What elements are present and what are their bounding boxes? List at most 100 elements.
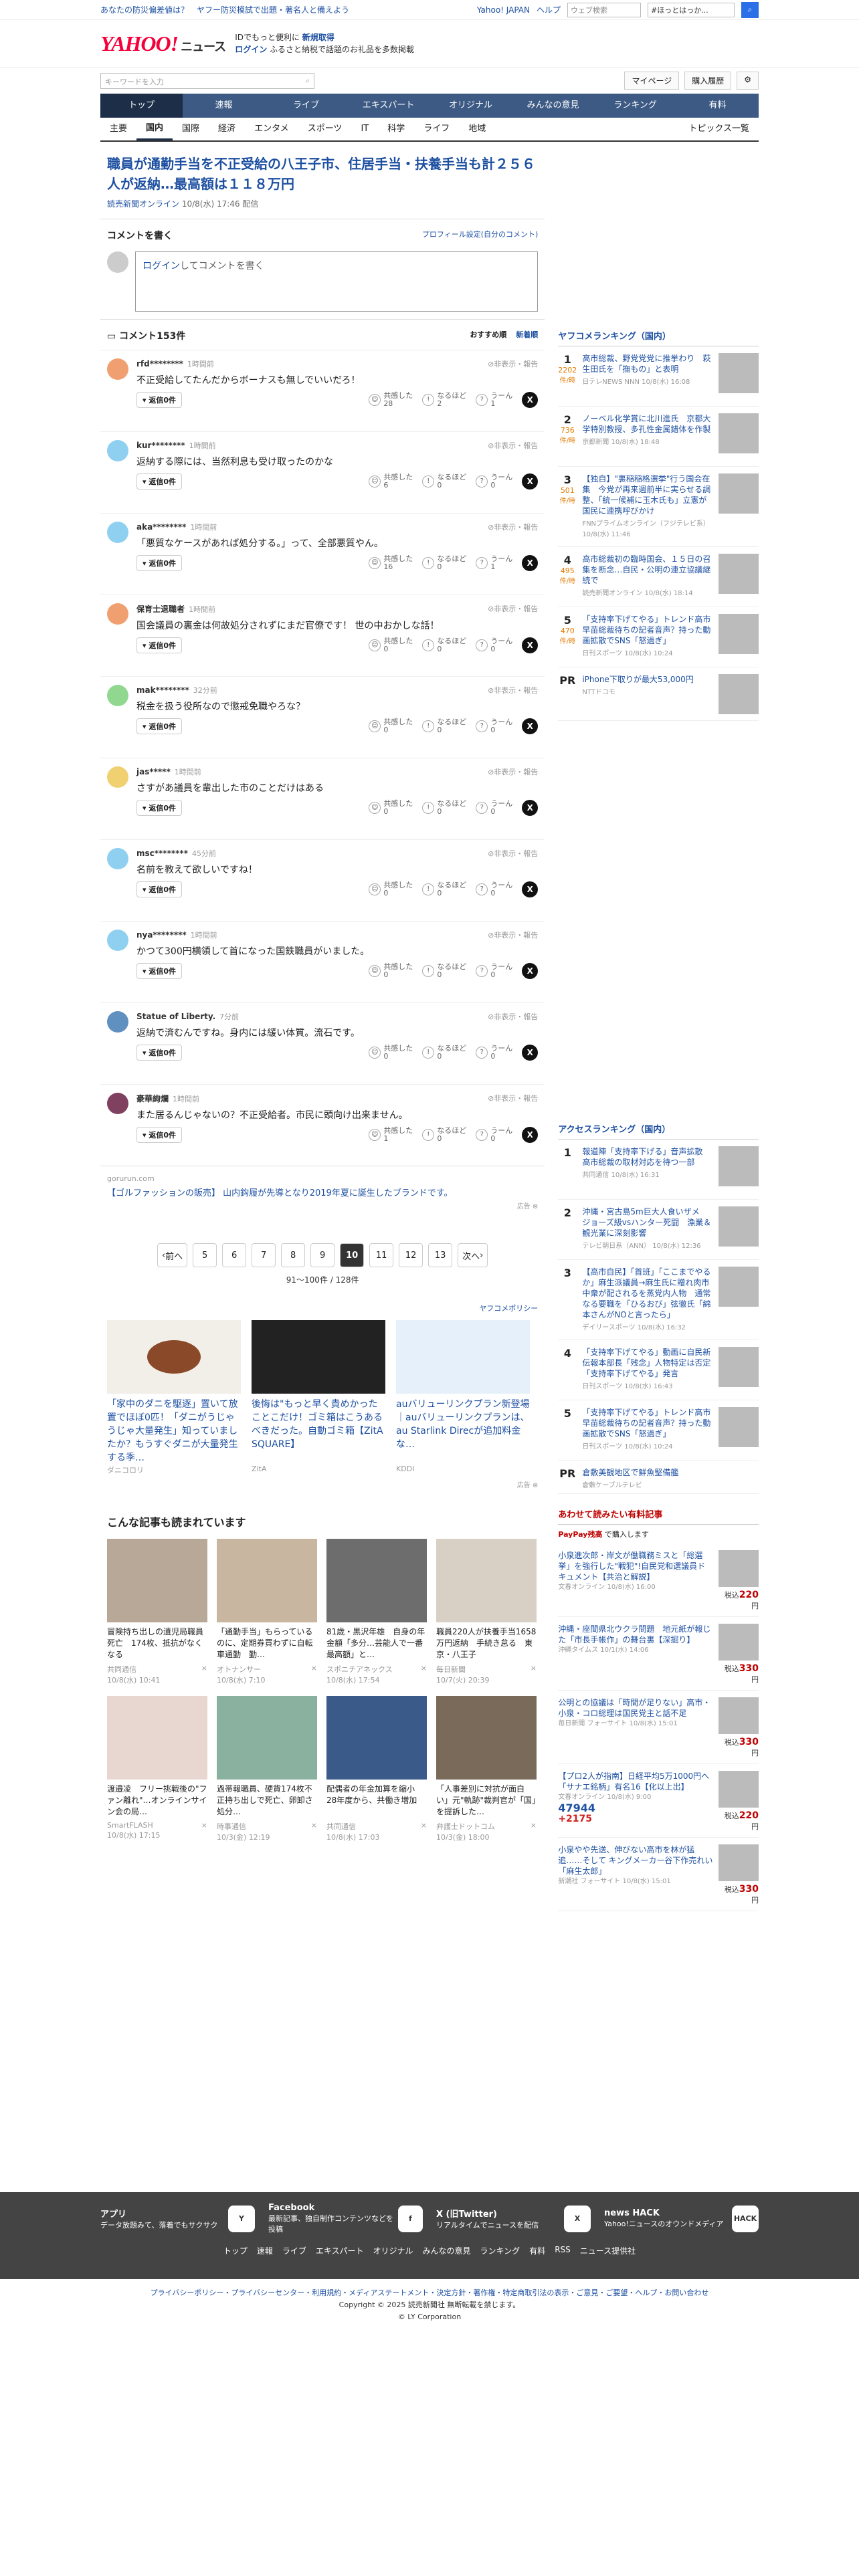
x-share-icon[interactable]: X bbox=[522, 637, 539, 653]
rank-title[interactable]: 「支持率下げてやる」動画に自民新伝報本部長「残念」人物特定は否定「支持率下げてや… bbox=[582, 1348, 710, 1378]
ad-title[interactable]: 「家中のダニを駆逐」置いて放置でほぼ0匹！「ダニがうじゃうじゃ大量発生」知ってい… bbox=[107, 1398, 241, 1465]
paid-article-title[interactable]: 【プロ2人が指南】日経平均5万1000円へ「サナエ銘柄」有名16【化以上出】 bbox=[558, 1772, 709, 1792]
related-card[interactable]: 渡邉凌 フリー挑戦後の"ファン離れ"…オンラインサイン会の局… SmartFLA… bbox=[107, 1696, 207, 1842]
page-6[interactable]: 6 bbox=[222, 1243, 247, 1267]
tab-world[interactable]: 国際 bbox=[173, 117, 209, 141]
nav-ranking[interactable]: ランキング bbox=[594, 94, 676, 118]
tab-entertainment[interactable]: エンタメ bbox=[245, 117, 298, 141]
access-ranking-item[interactable]: 2 沖縄・宮古島5m巨大人食いザメ ジョーズ級vsハンター死闘 漁業＆観光業に深… bbox=[558, 1200, 759, 1260]
related-title[interactable]: 「通勤手当」もらっているのに、定期券買わずに自転車通勤 勤… bbox=[217, 1626, 317, 1661]
comment-user[interactable]: kur******** 1時間前 bbox=[136, 440, 216, 451]
react-naruhodo-button[interactable]: ! なるほど 0 bbox=[422, 1127, 466, 1143]
react-uun-button[interactable]: ? うーん 0 bbox=[476, 473, 512, 490]
avatar[interactable] bbox=[107, 930, 128, 951]
app-icon[interactable]: Y bbox=[228, 2205, 255, 2232]
close-icon[interactable]: × bbox=[531, 1664, 537, 1685]
x-share-icon[interactable]: X bbox=[522, 1127, 539, 1143]
close-icon[interactable]: × bbox=[201, 1821, 207, 1840]
paid-article-item[interactable]: 沖縄・座間県北ウクラ問題 地元紙が報じた「市長手帳作」の舞台裏【深掘り】 沖縄タイ… bbox=[558, 1617, 759, 1691]
paid-article-title[interactable]: 小泉進次郎・岸文が働職務ミスと「総選挙」を強行した"戦犯"!自民党和選議員ドキュ… bbox=[558, 1551, 705, 1582]
react-kyokan-button[interactable]: ☺ 共感した 0 bbox=[369, 1045, 413, 1061]
react-kyokan-button[interactable]: ☺ 共感した 0 bbox=[369, 963, 413, 979]
avatar[interactable] bbox=[107, 440, 128, 461]
tab-domestic[interactable]: 国内 bbox=[136, 118, 173, 140]
facebook-icon[interactable]: f bbox=[397, 2205, 423, 2232]
react-uun-button[interactable]: ? うーん 0 bbox=[476, 1045, 512, 1061]
react-kyokan-button[interactable]: ☺ 共感した 0 bbox=[369, 881, 413, 897]
report-link[interactable]: ⊘非表示・報告 bbox=[488, 522, 538, 532]
react-uun-button[interactable]: ? うーん 0 bbox=[476, 881, 512, 897]
avatar[interactable] bbox=[107, 848, 128, 869]
reply-button[interactable]: ▾ 返信0件 bbox=[136, 1127, 183, 1143]
x-share-icon[interactable]: X bbox=[522, 555, 539, 571]
paid-article-title[interactable]: 公明との協議は「時間が足りない」高市・小泉・コロ総理は国民党主と話不足 bbox=[558, 1698, 710, 1718]
gear-icon[interactable]: ⚙ bbox=[737, 72, 759, 90]
react-kyokan-button[interactable]: ☺ 共感した 0 bbox=[369, 800, 413, 816]
paid-articles-title[interactable]: あわせて読みたい有料記事 bbox=[558, 1507, 759, 1525]
react-uun-button[interactable]: ? うーん 0 bbox=[476, 800, 512, 816]
reply-button[interactable]: ▾ 返信0件 bbox=[136, 881, 183, 897]
avatar[interactable] bbox=[107, 358, 128, 380]
footer-nav-link[interactable]: ランキング bbox=[480, 2245, 520, 2256]
x-share-icon[interactable]: X bbox=[522, 881, 539, 897]
footer-nav-link[interactable]: 有料 bbox=[529, 2245, 545, 2256]
footer-app-link[interactable]: news HACK Yahoo!ニュースのオウンドメディア HACK bbox=[604, 2203, 759, 2234]
related-title[interactable]: 「人事差別に対抗が面白い」元"軌跡"裁判官が「国」を提訴した… bbox=[436, 1784, 537, 1818]
related-title[interactable]: 配偶者の年金加算を縮小 28年度から、共働き増加 bbox=[326, 1784, 427, 1818]
prev-page-button[interactable]: ‹ 前へ bbox=[157, 1243, 188, 1267]
page-13[interactable]: 13 bbox=[428, 1243, 453, 1267]
pr-item-2[interactable]: PR 倉敷美観地区で鮮魚堅備艦 倉敷ケーブルテレビ bbox=[558, 1461, 759, 1494]
login-link[interactable]: ログイン bbox=[235, 45, 267, 54]
related-card[interactable]: 冒険持ち出しの遺児局職員死亡 174枚、抵抗がなくなる 共同通信 10/8(水) … bbox=[107, 1539, 207, 1685]
tab-life[interactable]: ライフ bbox=[414, 117, 459, 141]
x-share-icon[interactable]: X bbox=[522, 473, 539, 490]
comment-user[interactable]: mak******** 32分前 bbox=[136, 685, 217, 695]
x-share-icon[interactable]: X bbox=[522, 800, 539, 816]
rank-title[interactable]: 「支持率下げてやる」トレンド高市早苗総裁待ちの記者音声？持った動画拡散でSNS「… bbox=[582, 615, 710, 645]
news-hack-icon[interactable]: HACK bbox=[732, 2205, 759, 2232]
footer-app-link[interactable]: Facebook 最新記事、独自制作コンテンツなどを投稿 f bbox=[268, 2203, 423, 2234]
react-uun-button[interactable]: ? うーん 0 bbox=[476, 1127, 512, 1143]
reply-button[interactable]: ▾ 返信0件 bbox=[136, 555, 183, 571]
report-link[interactable]: ⊘非表示・報告 bbox=[488, 685, 538, 695]
ranking-item[interactable]: 2 736 件/時 ノーベル化学賞に北川進氏 京都大学特別教授、多孔性金属錯体を作製… bbox=[558, 407, 759, 467]
react-naruhodo-button[interactable]: ! なるほど 0 bbox=[422, 473, 466, 490]
paid-article-item[interactable]: 小泉進次郎・岸文が働職務ミスと「総選挙」を強行した"戦犯"!自民党和選議員ドキュ… bbox=[558, 1543, 759, 1617]
report-link[interactable]: ⊘非表示・報告 bbox=[488, 930, 538, 940]
web-search-suggest[interactable]: #ほっとはっか... bbox=[648, 2, 735, 17]
access-ranking-title[interactable]: アクセスランキング（国内） bbox=[558, 1122, 759, 1140]
page-8[interactable]: 8 bbox=[281, 1243, 306, 1267]
comment-user[interactable]: nya******** 1時間前 bbox=[136, 930, 217, 940]
react-naruhodo-button[interactable]: ! なるほど 0 bbox=[422, 963, 466, 979]
rank-title[interactable]: 高市総裁、野党党党に推挙わり 萩生田氏を「撫もの」と表明 bbox=[582, 354, 710, 374]
comment-user[interactable]: aka******** 1時間前 bbox=[136, 522, 217, 532]
tab-economy[interactable]: 経済 bbox=[209, 117, 245, 141]
ranking-item[interactable]: 3 501 件/時 【独自】"裏稲稲格選挙"行う国会在集 今党が再来週前半に実らせる… bbox=[558, 467, 759, 547]
react-naruhodo-button[interactable]: ! なるほど 0 bbox=[422, 555, 466, 571]
react-uun-button[interactable]: ? うーん 0 bbox=[476, 637, 512, 653]
comment-user[interactable]: msc******** 45分前 bbox=[136, 848, 216, 859]
rank-title[interactable]: 報道陣「支持率下げる」音声拡散 高市総裁の取材対応を待つ一部 bbox=[582, 1147, 710, 1167]
profile-settings-link[interactable]: プロフィール設定(自分のコメント) bbox=[422, 229, 538, 242]
react-kyokan-button[interactable]: ☺ 共感した 16 bbox=[369, 555, 413, 571]
comment-user[interactable]: 保育士退職者 1時間前 bbox=[136, 603, 215, 615]
report-link[interactable]: ⊘非表示・報告 bbox=[488, 848, 538, 859]
ad-title[interactable]: auバリューリンクプラン新登場｜auバリューリンクプランは、au Starlin… bbox=[396, 1398, 530, 1465]
comment-policy-link[interactable]: ヤフコメポリシー bbox=[107, 1303, 538, 1313]
article-title[interactable]: 職員が通勤手当を不正受給の八王子市、住居手当・扶養手当も計２５６人が返納…最高額… bbox=[107, 154, 538, 194]
x-icon[interactable]: X bbox=[564, 2205, 591, 2232]
react-naruhodo-button[interactable]: ! なるほど 2 bbox=[422, 392, 466, 408]
close-icon[interactable]: × bbox=[201, 1664, 207, 1685]
reply-button[interactable]: ▾ 返信0件 bbox=[136, 1045, 183, 1061]
related-title[interactable]: 冒険持ち出しの遺児局職員死亡 174枚、抵抗がなくなる bbox=[107, 1626, 207, 1661]
signup-link[interactable]: 新規取得 bbox=[302, 33, 335, 42]
related-title[interactable]: 渡邉凌 フリー挑戦後の"ファン離れ"…オンラインサイン会の局… bbox=[107, 1784, 207, 1818]
page-7[interactable]: 7 bbox=[252, 1243, 276, 1267]
close-icon[interactable]: × bbox=[421, 1821, 427, 1842]
close-icon[interactable]: × bbox=[311, 1664, 317, 1685]
report-link[interactable]: ⊘非表示・報告 bbox=[488, 440, 538, 451]
ranking-item[interactable]: 4 495 件/時 高市総裁初の臨時国会、１５日の召集を断念…自民・公明の連立協議継… bbox=[558, 547, 759, 607]
footer-nav-link[interactable]: 速報 bbox=[257, 2245, 273, 2256]
ad-text[interactable]: 【ゴルファッションの販売】 山内鈎履が先導となり2019年夏に誕生したブランドで… bbox=[107, 1187, 538, 1200]
nav-opinion[interactable]: みんなの意見 bbox=[512, 94, 594, 118]
